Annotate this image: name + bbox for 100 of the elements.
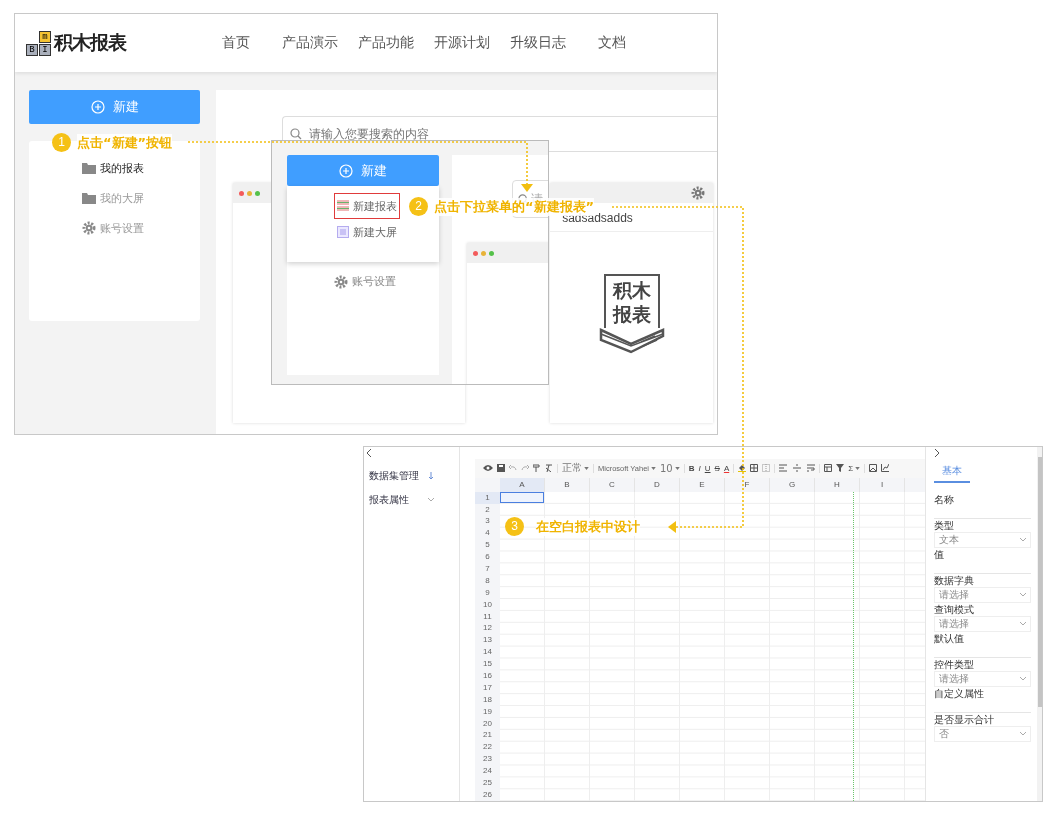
row-number[interactable]: 1 xyxy=(475,491,500,504)
menu-item[interactable]: 新建报表 xyxy=(334,193,400,219)
save-icon[interactable] xyxy=(497,464,505,473)
format-toggle[interactable]: B xyxy=(688,463,695,473)
settings-icon xyxy=(334,274,348,289)
logo-block: m xyxy=(39,30,51,43)
nav-link[interactable]: 文档 xyxy=(598,34,626,52)
table-icon[interactable] xyxy=(824,464,833,473)
row-number[interactable]: 24 xyxy=(475,765,500,777)
row-number[interactable]: 7 xyxy=(475,562,500,575)
panel-tab[interactable]: 基本 xyxy=(934,458,970,483)
sidebar-item[interactable]: 我的报表 xyxy=(82,153,200,183)
cell-grid[interactable] xyxy=(500,491,925,801)
row-number[interactable]: 26 xyxy=(475,788,500,801)
redo-icon[interactable] xyxy=(521,465,529,472)
collapse-icon[interactable] xyxy=(364,447,374,458)
row-number[interactable]: 8 xyxy=(475,574,500,587)
field-label: 数据字典 xyxy=(934,575,975,587)
paint-format-icon[interactable] xyxy=(533,464,541,473)
row-number[interactable]: 13 xyxy=(475,634,500,647)
menu-item[interactable]: 新建大屏 xyxy=(334,219,400,245)
field-label: 是否显示合计 xyxy=(934,714,995,726)
row-number[interactable]: 9 xyxy=(475,586,500,599)
caret-icon xyxy=(651,466,656,470)
column-header[interactable]: D xyxy=(635,477,680,492)
stamp-text: 积木 xyxy=(612,278,651,302)
row-number[interactable]: 22 xyxy=(475,741,500,754)
nav-link[interactable]: 升级日志 xyxy=(510,34,566,52)
chart-icon[interactable] xyxy=(881,464,890,473)
settings-icon xyxy=(82,221,96,235)
format-toggle[interactable]: A xyxy=(723,463,730,473)
vertical-align-icon[interactable] xyxy=(793,464,804,473)
selected-cell[interactable] xyxy=(500,491,544,503)
undo-icon[interactable] xyxy=(509,465,517,472)
format-toggle[interactable]: S xyxy=(714,463,720,473)
row-number[interactable]: 2 xyxy=(475,503,500,516)
select-field[interactable]: 请选择 xyxy=(934,616,1031,632)
field-label: 控件类型 xyxy=(934,659,975,671)
column-header[interactable]: I xyxy=(860,477,905,492)
field-label: 查询模式 xyxy=(934,604,975,616)
settings-icon[interactable] xyxy=(691,186,705,200)
column-header[interactable]: H xyxy=(815,477,860,492)
select-field[interactable]: 文本 xyxy=(934,532,1031,548)
row-number[interactable]: 4 xyxy=(475,527,500,540)
down-arrow-icon xyxy=(428,472,434,480)
field-label: 自定义属性 xyxy=(934,688,985,700)
nav-link[interactable]: 产品演示 xyxy=(282,34,338,52)
sidebar-item[interactable]: 账号设置 xyxy=(82,213,200,243)
row-number[interactable]: 15 xyxy=(475,658,500,670)
field-label: 默认值 xyxy=(934,633,965,645)
column-header[interactable]: C xyxy=(590,477,635,492)
row-number[interactable]: 25 xyxy=(475,777,500,789)
row-number[interactable]: 19 xyxy=(475,705,500,718)
sum-dropdown[interactable]: Σ xyxy=(848,463,861,473)
row-number[interactable]: 14 xyxy=(475,646,500,659)
select-field[interactable]: 请选择 xyxy=(934,671,1031,687)
image-icon[interactable] xyxy=(869,464,878,473)
format-dropdown[interactable]: 正常 xyxy=(562,461,589,476)
row-number[interactable]: 10 xyxy=(475,598,500,611)
column-header[interactable]: F xyxy=(725,477,770,492)
row-number[interactable]: 18 xyxy=(475,693,500,706)
filter-icon[interactable] xyxy=(836,464,845,473)
row-number[interactable]: 11 xyxy=(475,610,500,623)
row-number[interactable]: 23 xyxy=(475,753,500,766)
align-icon[interactable] xyxy=(779,464,790,473)
font-size-dropdown[interactable]: 10 xyxy=(660,462,680,474)
row-number[interactable]: 16 xyxy=(475,669,500,682)
nav-link[interactable]: 开源计划 xyxy=(434,34,490,52)
fill-color-icon[interactable] xyxy=(738,464,747,473)
sidebar-item[interactable]: 我的大屏 xyxy=(82,183,200,213)
sidebar-item[interactable]: 数据集管理 xyxy=(369,470,434,482)
row-number[interactable]: 5 xyxy=(475,539,500,552)
format-toggle[interactable]: I xyxy=(698,463,701,473)
caret-icon xyxy=(1020,677,1026,681)
row-number[interactable]: 12 xyxy=(475,622,500,635)
select-field[interactable]: 否 xyxy=(934,726,1031,742)
border-icon[interactable] xyxy=(750,464,759,473)
sidebar-item[interactable]: 账号设置 xyxy=(334,274,439,289)
wrap-text-icon[interactable] xyxy=(807,464,816,473)
caret-icon xyxy=(428,498,434,502)
merge-cells-icon[interactable] xyxy=(762,464,771,473)
row-number[interactable]: 17 xyxy=(475,681,500,694)
nav-link[interactable]: 产品功能 xyxy=(358,34,414,52)
expand-icon[interactable] xyxy=(934,447,942,458)
row-number[interactable]: 21 xyxy=(475,729,500,742)
select-field[interactable]: 请选择 xyxy=(934,587,1031,603)
column-header[interactable]: B xyxy=(545,477,590,492)
nav-link[interactable]: 首页 xyxy=(222,34,250,52)
eye-icon[interactable] xyxy=(483,464,493,473)
logo-block: B xyxy=(26,43,38,56)
column-header[interactable]: E xyxy=(680,477,725,492)
clear-format-icon[interactable] xyxy=(545,464,553,473)
row-number[interactable]: 20 xyxy=(475,717,500,730)
sidebar-item[interactable]: 报表属性 xyxy=(369,494,434,506)
column-header[interactable]: G xyxy=(770,477,815,492)
row-number[interactable]: 6 xyxy=(475,551,500,563)
caret-icon xyxy=(1020,538,1026,542)
row-number[interactable]: 3 xyxy=(475,515,500,528)
format-toggle[interactable]: U xyxy=(704,463,711,473)
field-label: 名称 xyxy=(934,494,955,506)
